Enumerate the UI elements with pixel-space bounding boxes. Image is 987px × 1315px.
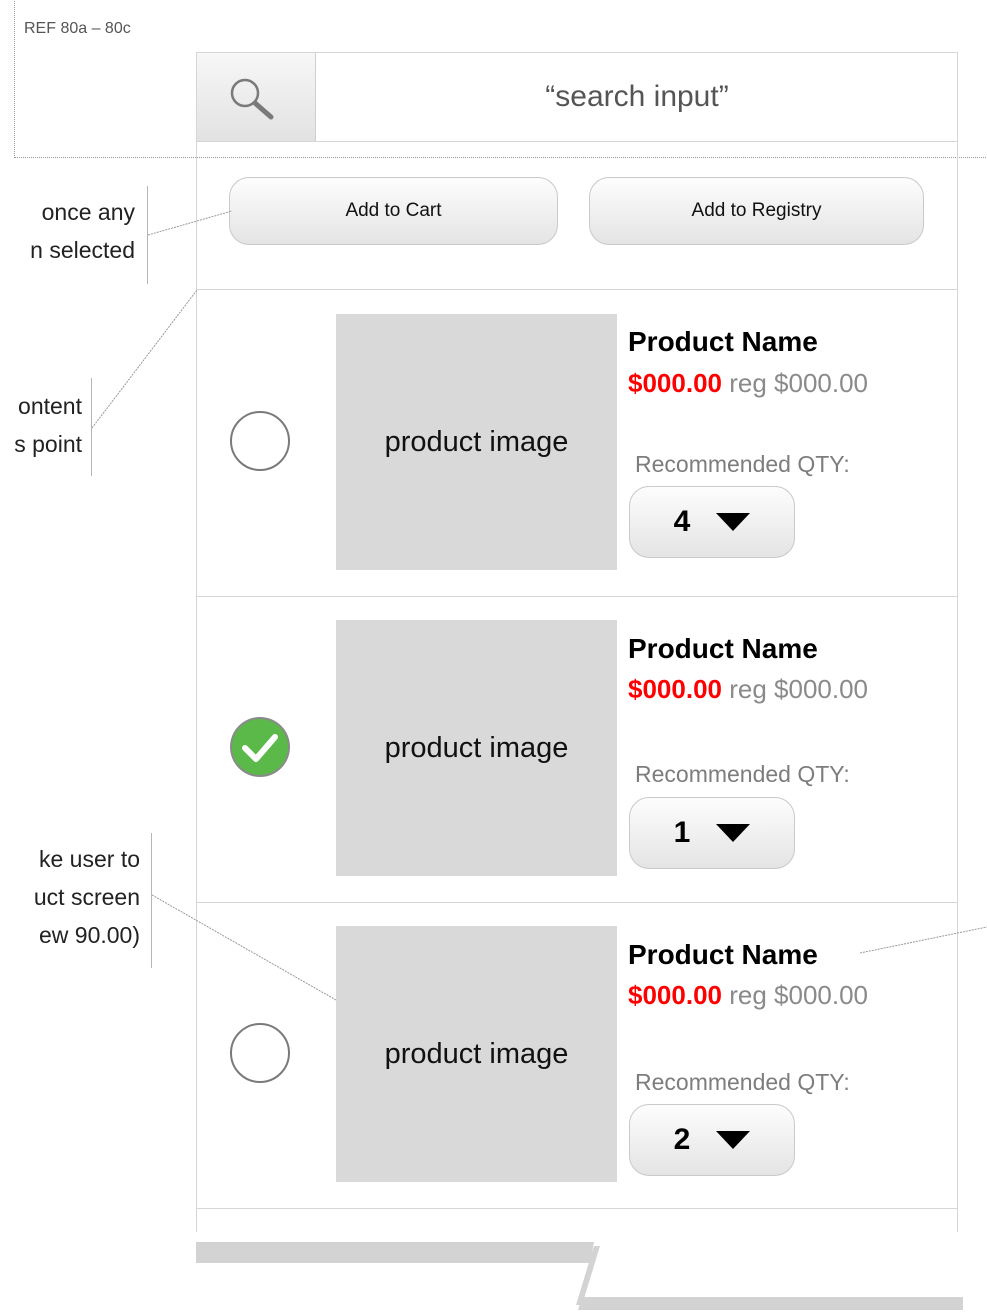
torn-page-edge	[196, 1242, 963, 1310]
